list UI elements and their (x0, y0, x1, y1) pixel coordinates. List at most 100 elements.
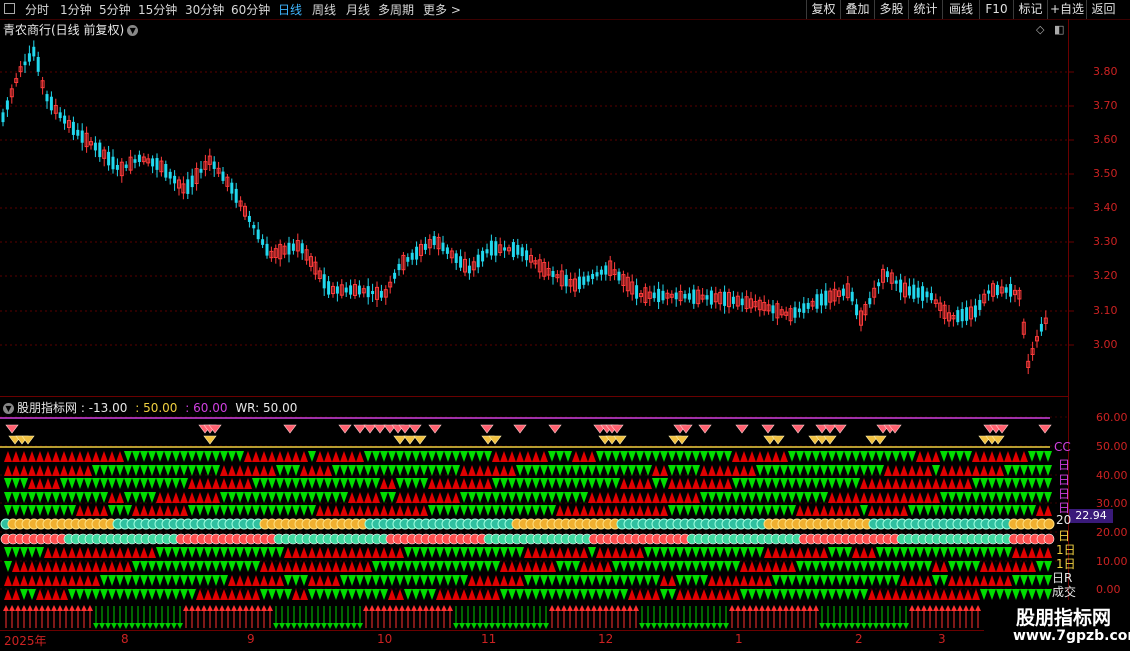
band-triangle (1036, 505, 1044, 516)
band-triangle (796, 492, 804, 503)
band-triangle (172, 492, 180, 503)
window-toggle-icon[interactable]: ◧ (1054, 23, 1064, 36)
band-triangle (12, 561, 20, 572)
band-triangle (716, 492, 724, 503)
band-triangle (884, 505, 892, 516)
band-triangle (460, 505, 468, 516)
band-triangle (588, 589, 596, 600)
band-triangle (732, 589, 740, 600)
diamond-icon[interactable]: ◇ (1036, 23, 1044, 36)
band-triangle (308, 505, 316, 516)
band-triangle (700, 575, 708, 586)
band-triangle (484, 575, 492, 586)
band-triangle (180, 451, 188, 462)
band-triangle (164, 451, 172, 462)
candle-body (23, 61, 27, 66)
candle-body (771, 305, 775, 314)
band-triangle (940, 451, 948, 462)
kline-chart[interactable] (0, 0, 1130, 650)
diamond-icon (735, 424, 749, 434)
band-triangle (500, 478, 508, 489)
band-triangle (588, 575, 596, 586)
band-triangle (220, 478, 228, 489)
band-triangle (492, 478, 500, 489)
coin-icon (1043, 518, 1055, 530)
band-triangle (180, 492, 188, 503)
arrow-up-icon (255, 605, 261, 611)
band-triangle (668, 547, 676, 558)
band-triangle (76, 505, 84, 516)
candle-body (652, 292, 656, 299)
band-triangle (772, 561, 780, 572)
band-triangle (1012, 561, 1020, 572)
band-triangle (860, 492, 868, 503)
band-triangle (644, 561, 652, 572)
band-triangle (124, 547, 132, 558)
chevron-down-icon[interactable]: ▼ (3, 403, 14, 414)
indicator-title[interactable]: ▼ 股朋指标网 : -13.00 : 50.00 : 60.00 WR: 50.0… (3, 399, 297, 416)
band-triangle (596, 575, 604, 586)
band-triangle (124, 575, 132, 586)
band-triangle (1012, 465, 1020, 476)
candle-body (885, 271, 889, 278)
band-triangle (44, 561, 52, 572)
band-triangle (876, 547, 884, 558)
corner-controls: ◇ ◧ (1036, 23, 1064, 36)
candle-body (978, 299, 982, 310)
arrow-down-icon (309, 623, 315, 629)
band-triangle (460, 465, 468, 476)
stock-title[interactable]: 青农商行(日线 前复权) ▼ (3, 21, 139, 38)
band-triangle (492, 492, 500, 503)
band-triangle (684, 589, 692, 600)
band-triangle (140, 478, 148, 489)
band-triangle (124, 505, 132, 516)
band-triangle (1028, 561, 1036, 572)
diamond-icon (513, 424, 527, 434)
band-triangle (220, 547, 228, 558)
band-triangle (132, 547, 140, 558)
candle-body (674, 292, 678, 300)
band-triangle (996, 561, 1004, 572)
band-triangle (868, 505, 876, 516)
chevron-down-icon[interactable]: ▼ (127, 25, 139, 36)
band-triangle (988, 547, 996, 558)
band-triangle (116, 451, 124, 462)
band-triangle (852, 465, 860, 476)
band-triangle (988, 451, 996, 462)
band-triangle (700, 561, 708, 572)
band-triangle (716, 505, 724, 516)
band-triangle (916, 492, 924, 503)
arrow-up-icon (801, 605, 807, 611)
band-triangle (188, 575, 196, 586)
arrow-down-icon (699, 623, 705, 629)
band-triangle (460, 575, 468, 586)
band-triangle (812, 589, 820, 600)
band-triangle (252, 547, 260, 558)
date-label: 9 (247, 632, 255, 646)
band-triangle (396, 575, 404, 586)
band-triangle (620, 561, 628, 572)
band-triangle (36, 478, 44, 489)
band-triangle (60, 478, 68, 489)
band-triangle (636, 451, 644, 462)
band-triangle (556, 451, 564, 462)
candle-body (1, 112, 5, 123)
band-triangle (212, 451, 220, 462)
band-triangle (964, 547, 972, 558)
band-triangle (820, 547, 828, 558)
band-triangle (324, 451, 332, 462)
band-triangle (948, 575, 956, 586)
arrow-down-icon (489, 623, 495, 629)
band-triangle (924, 589, 932, 600)
band-triangle (884, 451, 892, 462)
band-triangle (788, 505, 796, 516)
arrow-up-icon (27, 605, 33, 611)
band-triangle (500, 492, 508, 503)
band-triangle (980, 492, 988, 503)
band-triangle (228, 451, 236, 462)
arrow-up-icon (231, 605, 237, 611)
candle-body (907, 286, 911, 296)
indicator-value-2: : 50.00 (135, 401, 178, 415)
arrow-up-icon (573, 605, 579, 611)
band-triangle (252, 451, 260, 462)
